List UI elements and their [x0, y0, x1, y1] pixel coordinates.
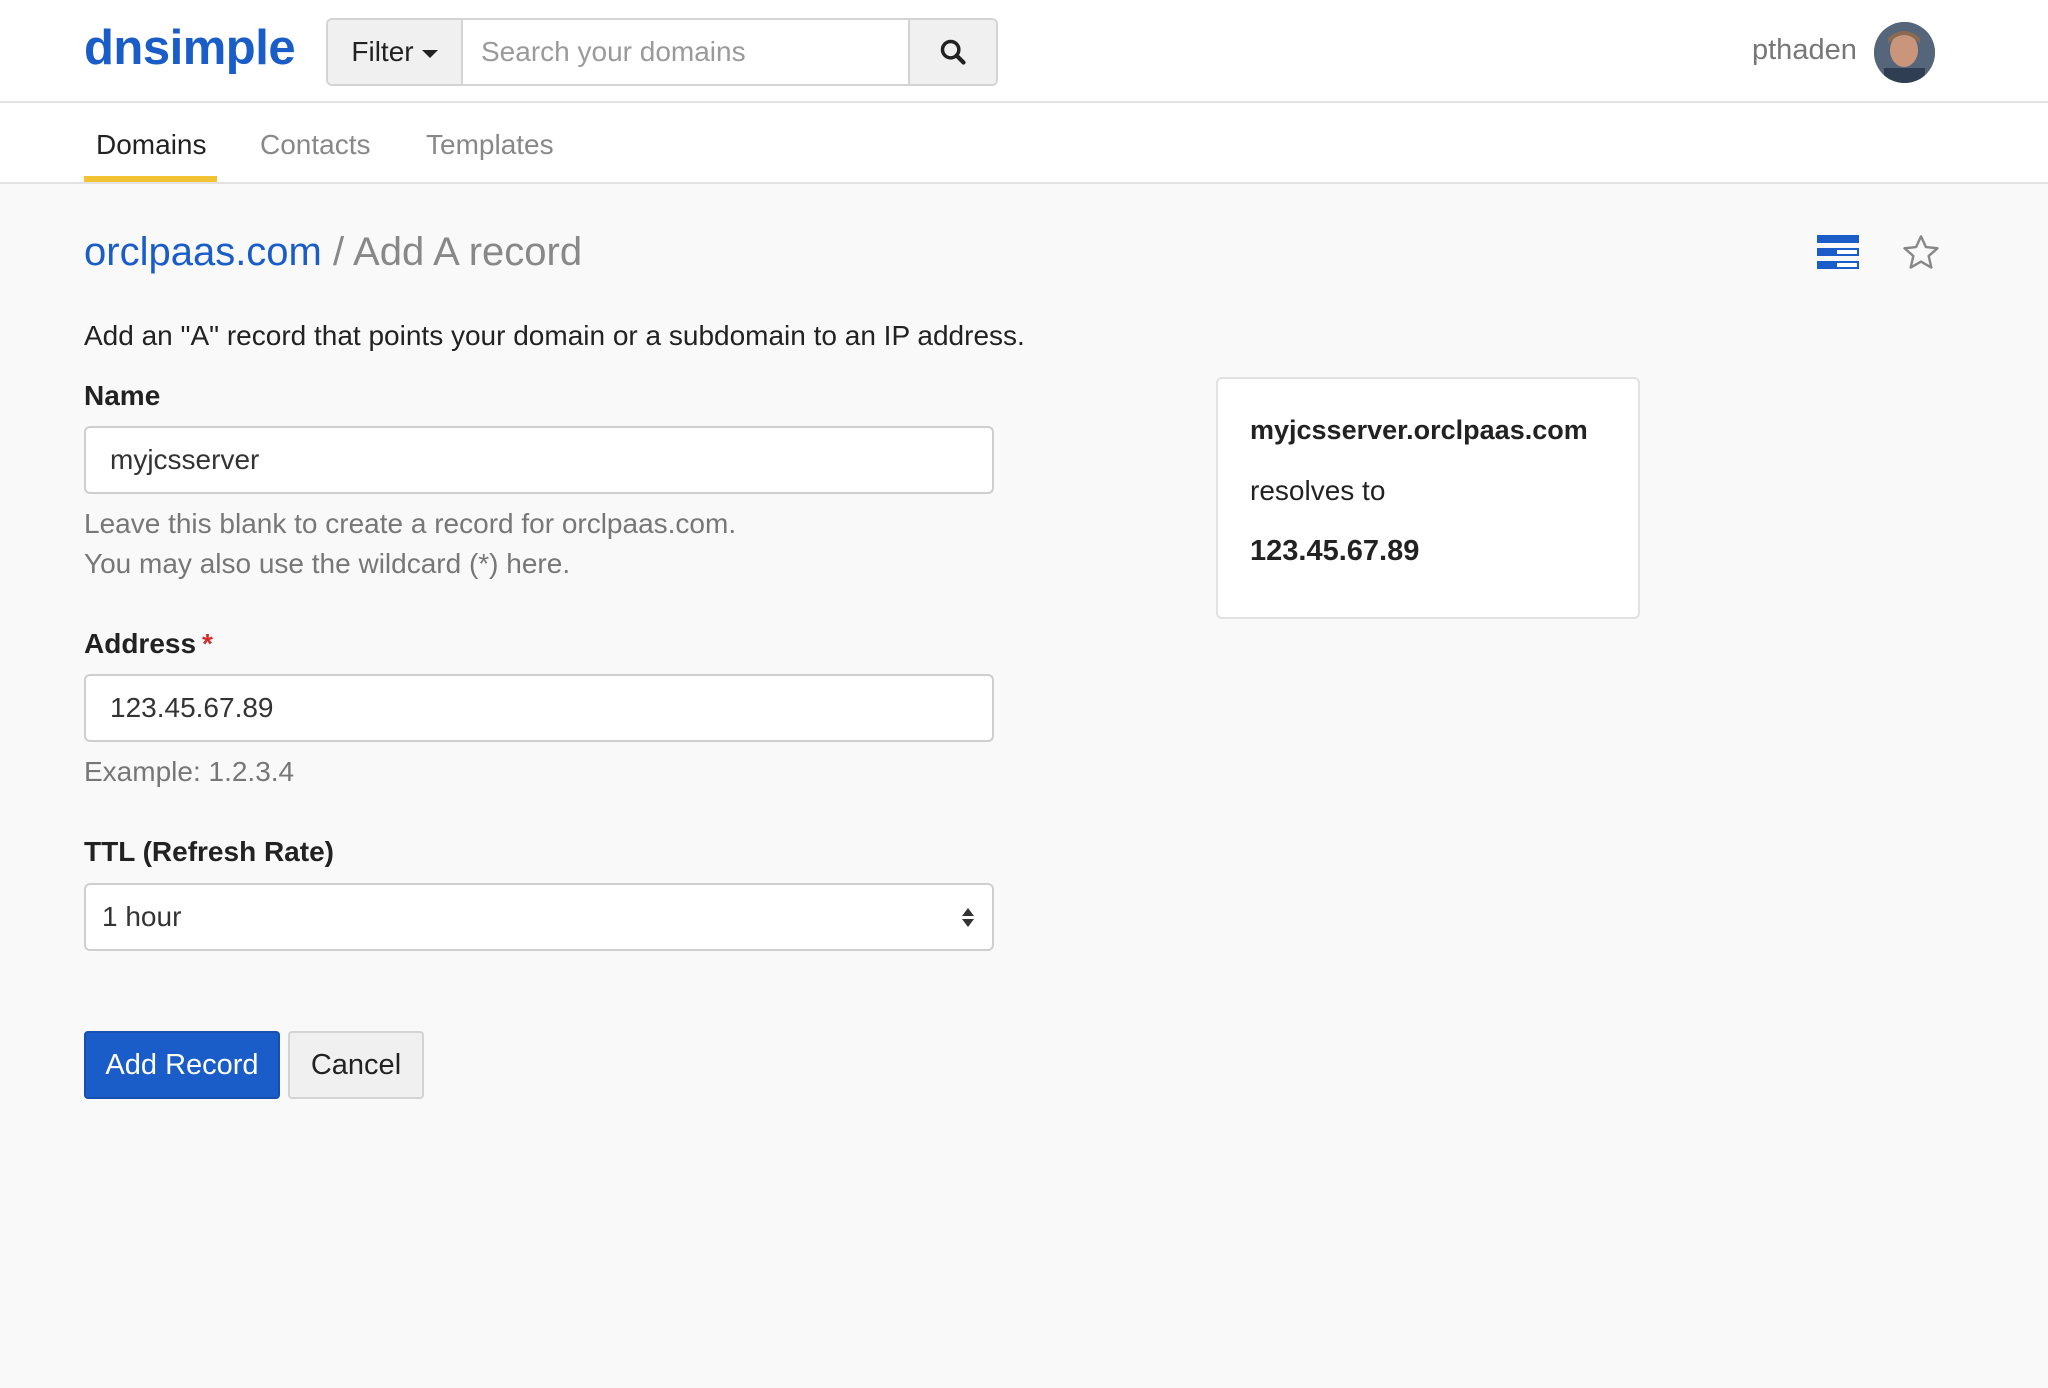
filter-dropdown-button[interactable]: Filter — [328, 20, 463, 84]
tab-domains[interactable]: Domains — [96, 129, 206, 161]
tab-contacts[interactable]: Contacts — [260, 129, 371, 161]
search-icon — [940, 39, 966, 65]
ttl-label: TTL (Refresh Rate) — [84, 836, 334, 867]
dnsimple-logo[interactable]: dnsimple — [84, 20, 296, 76]
cancel-button[interactable]: Cancel — [288, 1031, 424, 1099]
list-view-icon[interactable] — [1817, 235, 1859, 269]
page-title: Add A record — [353, 230, 583, 274]
address-help-text: Example: 1.2.3.4 — [84, 756, 295, 787]
intro-text: Add an "A" record that points your domai… — [84, 320, 1025, 351]
address-label: Address * — [84, 628, 213, 660]
breadcrumb-domain-link[interactable]: orclpaas.com — [84, 230, 322, 274]
ttl-select[interactable]: 1 hour — [84, 883, 994, 951]
active-tab-indicator — [84, 176, 217, 182]
add-record-button[interactable]: Add Record — [84, 1031, 280, 1099]
preview-resolves-to: resolves to — [1250, 475, 1386, 506]
search-input[interactable] — [463, 20, 908, 84]
username-link[interactable]: pthaden — [1752, 34, 1857, 67]
caret-down-icon — [421, 49, 438, 58]
top-header: dnsimple Filter pthaden — [0, 0, 2048, 103]
domain-search-group: Filter — [326, 18, 998, 86]
breadcrumb: orclpaas.com / Add A record — [84, 230, 582, 275]
ttl-selected-value: 1 hour — [102, 901, 182, 932]
preview-ip-address: 123.45.67.89 — [1250, 535, 1420, 567]
search-button[interactable] — [908, 20, 996, 84]
star-outline-icon[interactable] — [1900, 232, 1942, 274]
name-help-line-1: Leave this blank to create a record for … — [84, 508, 737, 539]
address-input[interactable] — [84, 674, 994, 742]
address-label-text: Address — [84, 628, 197, 659]
tab-templates[interactable]: Templates — [426, 129, 554, 161]
name-help-text: Leave this blank to create a record for … — [84, 504, 736, 584]
required-mark: * — [202, 628, 213, 659]
name-input[interactable] — [84, 426, 994, 494]
record-preview-card: myjcsserver.orclpaas.com resolves to 123… — [1216, 377, 1640, 619]
select-arrows-icon — [962, 907, 974, 927]
avatar-photo-icon — [1874, 22, 1935, 83]
main-nav: Domains Contacts Templates — [0, 103, 2048, 184]
name-help-line-2: You may also use the wildcard (*) here. — [84, 548, 571, 579]
name-label: Name — [84, 380, 161, 411]
filter-label: Filter — [351, 36, 414, 67]
preview-hostname: myjcsserver.orclpaas.com — [1250, 415, 1588, 445]
breadcrumb-separator: / — [333, 230, 345, 274]
user-avatar[interactable] — [1874, 22, 1935, 83]
